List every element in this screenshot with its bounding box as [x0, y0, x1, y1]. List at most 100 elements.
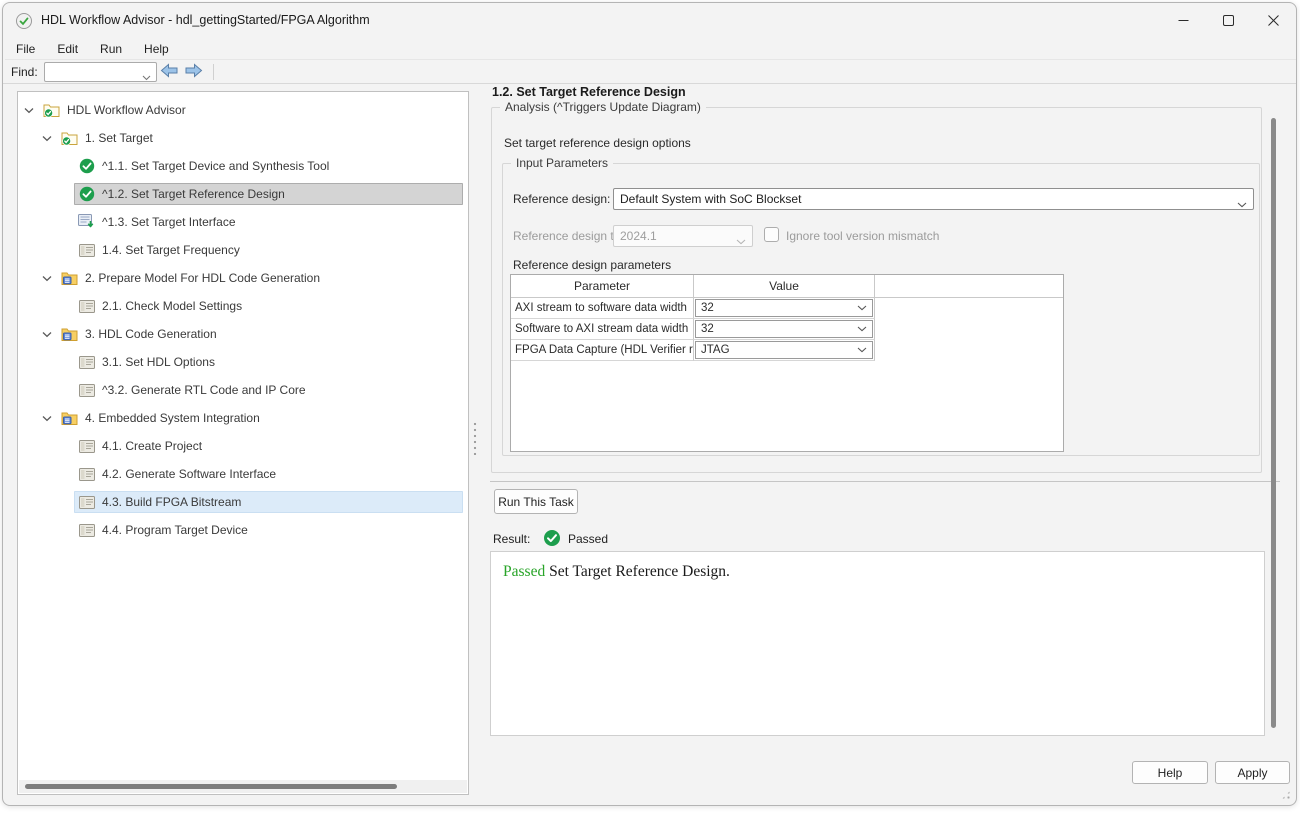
task-icon — [78, 466, 95, 482]
table-empty-cell — [875, 319, 1063, 340]
value-dropdown-text: 32 — [701, 323, 714, 335]
close-button[interactable] — [1251, 3, 1296, 37]
vertical-scrollbar-thumb[interactable] — [1271, 118, 1276, 728]
expand-chevron-icon[interactable] — [24, 107, 39, 114]
panel-divider — [490, 481, 1280, 482]
table-row: Software to AXI stream data width32 — [511, 319, 1063, 340]
tree-item-label: 4. Embedded System Integration — [85, 411, 260, 425]
result-label: Result: — [493, 532, 530, 546]
expand-chevron-icon[interactable] — [42, 331, 57, 338]
task-panel: 1.2. Set Target Reference Design Analysi… — [490, 85, 1293, 795]
horizontal-scrollbar-thumb[interactable] — [25, 784, 397, 789]
folder-tasks-icon — [61, 270, 78, 286]
result-message-status: Passed — [503, 563, 545, 580]
table-row: FPGA Data Capture (HDL Verifier req...JT… — [511, 340, 1063, 361]
task-icon — [78, 382, 95, 398]
find-previous-button[interactable] — [159, 63, 181, 81]
chevron-down-icon — [857, 323, 867, 335]
table-header-value: Value — [694, 275, 875, 298]
ignore-mismatch-checkbox[interactable] — [764, 227, 779, 242]
help-button[interactable]: Help — [1132, 761, 1208, 784]
run-this-task-button[interactable]: Run This Task — [494, 489, 578, 514]
tree-item-label: 4.2. Generate Software Interface — [102, 467, 276, 481]
arrow-right-icon — [184, 63, 203, 78]
tree-item[interactable]: 2.1. Check Model Settings — [20, 292, 466, 320]
parameter-value-cell: 32 — [694, 298, 875, 319]
passed-check-icon — [543, 529, 561, 547]
tree-item-label: ^1.2. Set Target Reference Design — [102, 187, 285, 201]
folder-tasks-icon — [61, 326, 78, 342]
arrow-left-icon — [160, 63, 179, 78]
tree-item-label: 2. Prepare Model For HDL Code Generation — [85, 271, 320, 285]
splitter-grip-icon — [473, 421, 477, 455]
tree-item-label: 4.4. Program Target Device — [102, 523, 248, 537]
tree-item[interactable]: 4.1. Create Project — [20, 432, 466, 460]
title-bar: HDL Workflow Advisor - hdl_gettingStarte… — [3, 3, 1296, 39]
table-empty-cell — [875, 298, 1063, 319]
expand-chevron-icon[interactable] — [42, 135, 57, 142]
menu-item-run[interactable]: Run — [89, 39, 133, 59]
tree-item-label: 1. Set Target — [85, 131, 153, 145]
value-dropdown[interactable]: JTAG — [695, 341, 873, 359]
value-dropdown-text: JTAG — [701, 344, 730, 356]
workflow-tree: HDL Workflow Advisor 1. Set Target ^1.1. S… — [20, 96, 466, 544]
menu-item-edit[interactable]: Edit — [46, 39, 89, 59]
find-next-button[interactable] — [183, 63, 205, 81]
tree-item[interactable]: 3. HDL Code Generation — [20, 320, 466, 348]
tree-item-label: 3. HDL Code Generation — [85, 327, 217, 341]
expand-chevron-icon[interactable] — [42, 415, 57, 422]
reference-design-parameters-table: ParameterValueAXI stream to software dat… — [510, 274, 1064, 452]
tree-item-label: HDL Workflow Advisor — [67, 103, 186, 117]
maximize-button[interactable] — [1206, 3, 1251, 37]
tree-item[interactable]: 4.3. Build FPGA Bitstream — [20, 488, 466, 516]
reference-design-dropdown[interactable]: Default System with SoC Blockset — [613, 188, 1254, 210]
tree-item[interactable]: ^1.3. Set Target Interface — [20, 208, 466, 236]
tree-item[interactable]: 4.2. Generate Software Interface — [20, 460, 466, 488]
window-controls — [1161, 3, 1296, 37]
task-title: 1.2. Set Target Reference Design — [492, 85, 686, 99]
find-combobox[interactable] — [44, 62, 157, 82]
task-icon — [78, 494, 95, 510]
chevron-down-icon — [857, 344, 867, 356]
table-header-parameter: Parameter — [511, 275, 694, 298]
menu-item-help[interactable]: Help — [133, 39, 180, 59]
horizontal-scrollbar[interactable] — [19, 780, 467, 793]
apply-button[interactable]: Apply — [1215, 761, 1290, 784]
find-input[interactable] — [47, 64, 139, 80]
find-label: Find: — [11, 65, 38, 79]
task-arrow-icon — [78, 214, 95, 230]
task-description: Set target reference design options — [504, 136, 691, 150]
menu-bar: File Edit Run Help — [5, 39, 1296, 60]
tree-item-label: ^1.3. Set Target Interface — [102, 215, 236, 229]
tree-item[interactable]: 4.4. Program Target Device — [20, 516, 466, 544]
tree-item[interactable]: ^1.1. Set Target Device and Synthesis To… — [20, 152, 466, 180]
reference-design-parameters-label: Reference design parameters — [513, 258, 671, 272]
tree-item[interactable]: ^3.2. Generate RTL Code and IP Core — [20, 376, 466, 404]
tree-item[interactable]: 2. Prepare Model For HDL Code Generation — [20, 264, 466, 292]
input-parameters-groupbox: Input Parameters Reference design: Defau… — [502, 163, 1260, 456]
menu-item-file[interactable]: File — [5, 39, 46, 59]
value-dropdown[interactable]: 32 — [695, 320, 873, 338]
tree-item-label: 4.3. Build FPGA Bitstream — [102, 495, 241, 509]
expand-chevron-icon[interactable] — [42, 275, 57, 282]
tree-item[interactable]: 4. Embedded System Integration — [20, 404, 466, 432]
analysis-legend: Analysis (^Triggers Update Diagram) — [500, 100, 706, 114]
tree-item[interactable]: HDL Workflow Advisor — [20, 96, 466, 124]
workflow-tree-panel: HDL Workflow Advisor 1. Set Target ^1.1. S… — [17, 91, 469, 795]
chevron-down-icon[interactable] — [142, 70, 151, 84]
minimize-button[interactable] — [1161, 3, 1206, 37]
toolbar-separator — [213, 64, 214, 80]
table-empty-cell — [875, 340, 1063, 361]
tree-item[interactable]: 1. Set Target — [20, 124, 466, 152]
tree-item[interactable]: ^1.2. Set Target Reference Design — [20, 180, 466, 208]
task-icon — [78, 438, 95, 454]
tree-item[interactable]: 3.1. Set HDL Options — [20, 348, 466, 376]
check-circle-icon — [78, 158, 95, 174]
task-icon — [78, 354, 95, 370]
panel-splitter[interactable] — [471, 85, 479, 795]
tree-item-label: ^1.1. Set Target Device and Synthesis To… — [102, 159, 329, 173]
tree-item[interactable]: 1.4. Set Target Frequency — [20, 236, 466, 264]
folder-check-icon — [61, 130, 78, 146]
value-dropdown[interactable]: 32 — [695, 299, 873, 317]
chevron-down-icon — [736, 234, 746, 247]
